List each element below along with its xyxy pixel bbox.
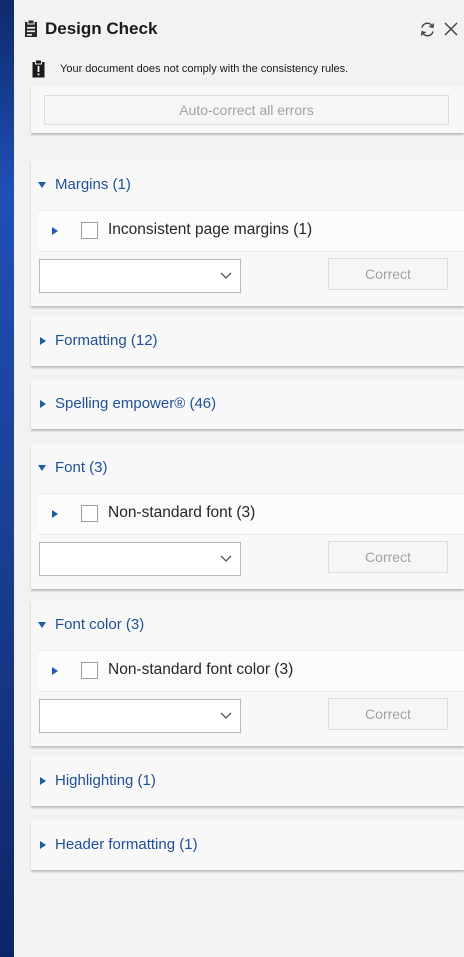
close-icon[interactable] (443, 21, 459, 37)
section-font-color: Font color (3) Non-standard font color (… (31, 600, 464, 746)
correct-button-margins[interactable]: Correct (328, 258, 448, 290)
correct-button-font[interactable]: Correct (328, 541, 448, 573)
collapsed-caret-icon (40, 777, 46, 785)
warning-text: Your document does not comply with the c… (60, 63, 349, 75)
section-font-header[interactable]: Font (3) (31, 443, 464, 493)
issue-label-margins: Inconsistent page margins (1) (108, 221, 313, 238)
expand-caret-icon[interactable] (52, 510, 58, 518)
issue-row-font: Non-standard font (3) (38, 493, 464, 535)
issue-row-margins: Inconsistent page margins (1) (38, 210, 464, 252)
expand-caret-icon[interactable] (52, 667, 58, 675)
section-formatting-header[interactable]: Formatting (12) (31, 316, 464, 366)
expanded-caret-icon (38, 622, 46, 628)
issue-checkbox-margins[interactable] (81, 222, 98, 239)
section-formatting-title: Formatting (12) (55, 332, 158, 349)
issue-checkbox-font-color[interactable] (81, 662, 98, 679)
autocorrect-all-button[interactable]: Auto-correct all errors (44, 95, 449, 125)
section-font-color-header[interactable]: Font color (3) (31, 600, 464, 650)
clipboard-icon (25, 20, 37, 37)
issue-label-font-color: Non-standard font color (3) (108, 661, 294, 678)
design-check-panel: Design Check Your document does not comp… (14, 0, 464, 957)
autocorrect-card: Auto-correct all errors (31, 86, 464, 133)
chevron-down-icon (220, 712, 232, 719)
clipboard-alert-icon (32, 60, 45, 78)
correct-button-font-color[interactable]: Correct (328, 698, 448, 730)
section-spelling-title: Spelling empower® (46) (55, 395, 217, 412)
collapsed-caret-icon (40, 841, 46, 849)
issue-row-font-color: Non-standard font color (3) (38, 650, 464, 692)
correction-select-font[interactable] (39, 542, 241, 576)
expanded-caret-icon (38, 465, 46, 471)
section-spelling: Spelling empower® (46) (31, 379, 464, 429)
section-font: Font (3) Non-standard font (3) Correct (31, 443, 464, 589)
expanded-caret-icon (38, 182, 46, 188)
chevron-down-icon (220, 555, 232, 562)
section-margins: Margins (1) Inconsistent page margins (1… (31, 160, 464, 306)
section-highlighting: Highlighting (1) (31, 756, 464, 806)
section-header-formatting-header[interactable]: Header formatting (1) (31, 820, 464, 870)
section-highlighting-title: Highlighting (1) (55, 772, 156, 789)
expand-caret-icon[interactable] (52, 227, 58, 235)
panel-titlebar: Design Check (14, 0, 464, 58)
refresh-icon[interactable] (419, 21, 436, 38)
correction-select-font-color[interactable] (39, 699, 241, 733)
issue-label-font: Non-standard font (3) (108, 504, 256, 521)
section-font-color-title: Font color (3) (55, 616, 145, 633)
warning-row: Your document does not comply with the c… (14, 58, 464, 88)
collapsed-caret-icon (40, 400, 46, 408)
section-header-formatting: Header formatting (1) (31, 820, 464, 870)
section-header-formatting-title: Header formatting (1) (55, 836, 198, 853)
panel-title: Design Check (45, 19, 158, 38)
chevron-down-icon (220, 272, 232, 279)
issue-checkbox-font[interactable] (81, 505, 98, 522)
collapsed-caret-icon (40, 337, 46, 345)
section-font-title: Font (3) (55, 459, 108, 476)
correction-select-margins[interactable] (39, 259, 241, 293)
section-margins-header[interactable]: Margins (1) (31, 160, 464, 210)
section-spelling-header[interactable]: Spelling empower® (46) (31, 379, 464, 429)
section-margins-title: Margins (1) (55, 176, 131, 193)
section-formatting: Formatting (12) (31, 316, 464, 366)
section-highlighting-header[interactable]: Highlighting (1) (31, 756, 464, 806)
